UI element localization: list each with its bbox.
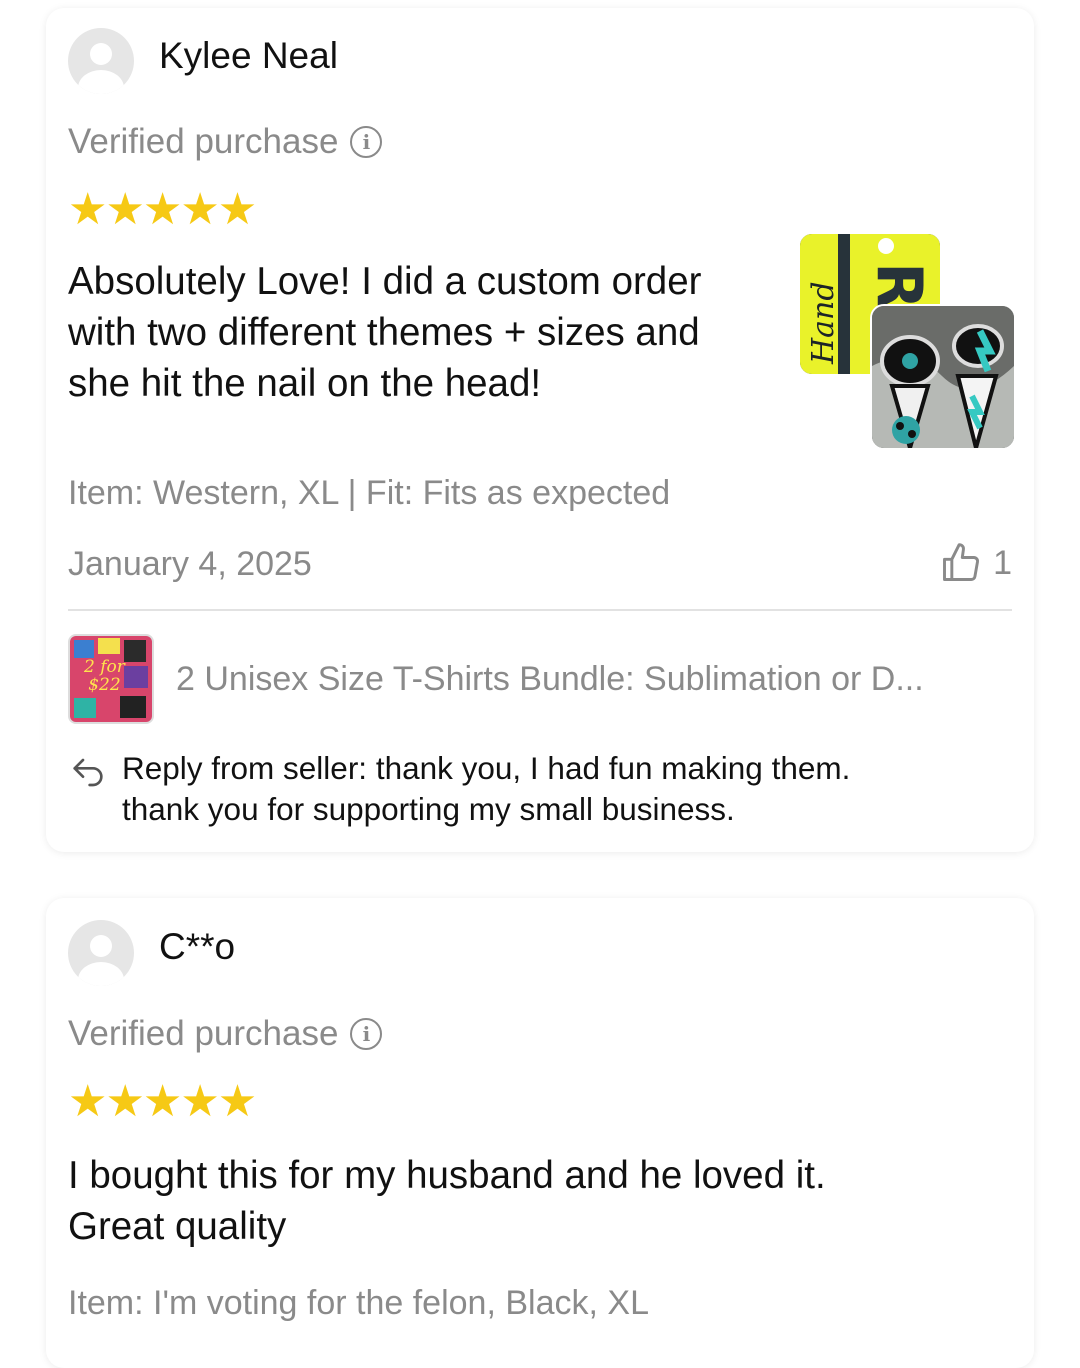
review-text: I bought this for my husband and he love… (68, 1150, 826, 1252)
review-text: Absolutely Love! I did a custom order wi… (68, 256, 701, 409)
product-title[interactable]: 2 Unisex Size T-Shirts Bundle: Sublimati… (176, 660, 924, 699)
reply-line: Reply from seller: thank you, I had fun … (122, 750, 851, 786)
star-rating: ★★★★★ (68, 185, 257, 234)
thumbnail-text: $22 (88, 675, 121, 695)
like-count: 1 (993, 543, 1012, 582)
divider (68, 609, 1012, 611)
default-avatar-icon[interactable] (68, 28, 134, 94)
star-rating: ★★★★★ (68, 1077, 257, 1126)
thumbnail-text: 2 for (84, 657, 125, 677)
photo-script-text: Hand (806, 281, 841, 364)
review-text-line: Absolutely Love! I did a custom order (68, 260, 702, 303)
item-info: Item: Western, XL | Fit: Fits as expecte… (68, 474, 671, 512)
reply-text: Reply from seller: thank you, I had fun … (122, 748, 850, 830)
review-text-line: with two different themes + sizes and (68, 311, 700, 354)
reviewer-name: C**o (159, 926, 236, 967)
review-card: Kylee Neal Verified purchase i ★★★★★ Abs… (46, 8, 1034, 852)
review-photo[interactable] (870, 304, 1016, 450)
reviewer-name: Kylee Neal (159, 35, 338, 76)
review-text-line: Great quality (68, 1205, 287, 1248)
thumbs-up-icon (943, 543, 980, 581)
reply-line: thank you for supporting my small busine… (122, 791, 735, 827)
review-card: C**o Verified purchase i ★★★★★ I bought … (46, 898, 1034, 1368)
like-button[interactable]: 1 (939, 541, 1012, 585)
verified-purchase-label: Verified purchase i (68, 1014, 383, 1054)
review-date: January 4, 2025 (68, 545, 312, 583)
review-text-line: she hit the nail on the head! (68, 362, 542, 405)
item-info: Item: I'm voting for the felon, Black, X… (68, 1284, 649, 1322)
reply-arrow-icon (73, 758, 103, 787)
default-avatar-icon[interactable] (68, 920, 134, 986)
info-icon[interactable]: i (350, 126, 383, 158)
verified-purchase-label: Verified purchase i (68, 122, 383, 162)
info-icon[interactable]: i (350, 1018, 383, 1050)
seller-reply: Reply from seller: thank you, I had fun … (68, 748, 850, 830)
earring-photo-icon (872, 306, 1014, 448)
product-thumbnail[interactable]: 2 for $22 (68, 634, 154, 724)
product-link[interactable]: 2 for $22 2 Unisex Size T-Shirts Bundle:… (68, 634, 924, 724)
review-text-line: I bought this for my husband and he love… (68, 1154, 826, 1197)
